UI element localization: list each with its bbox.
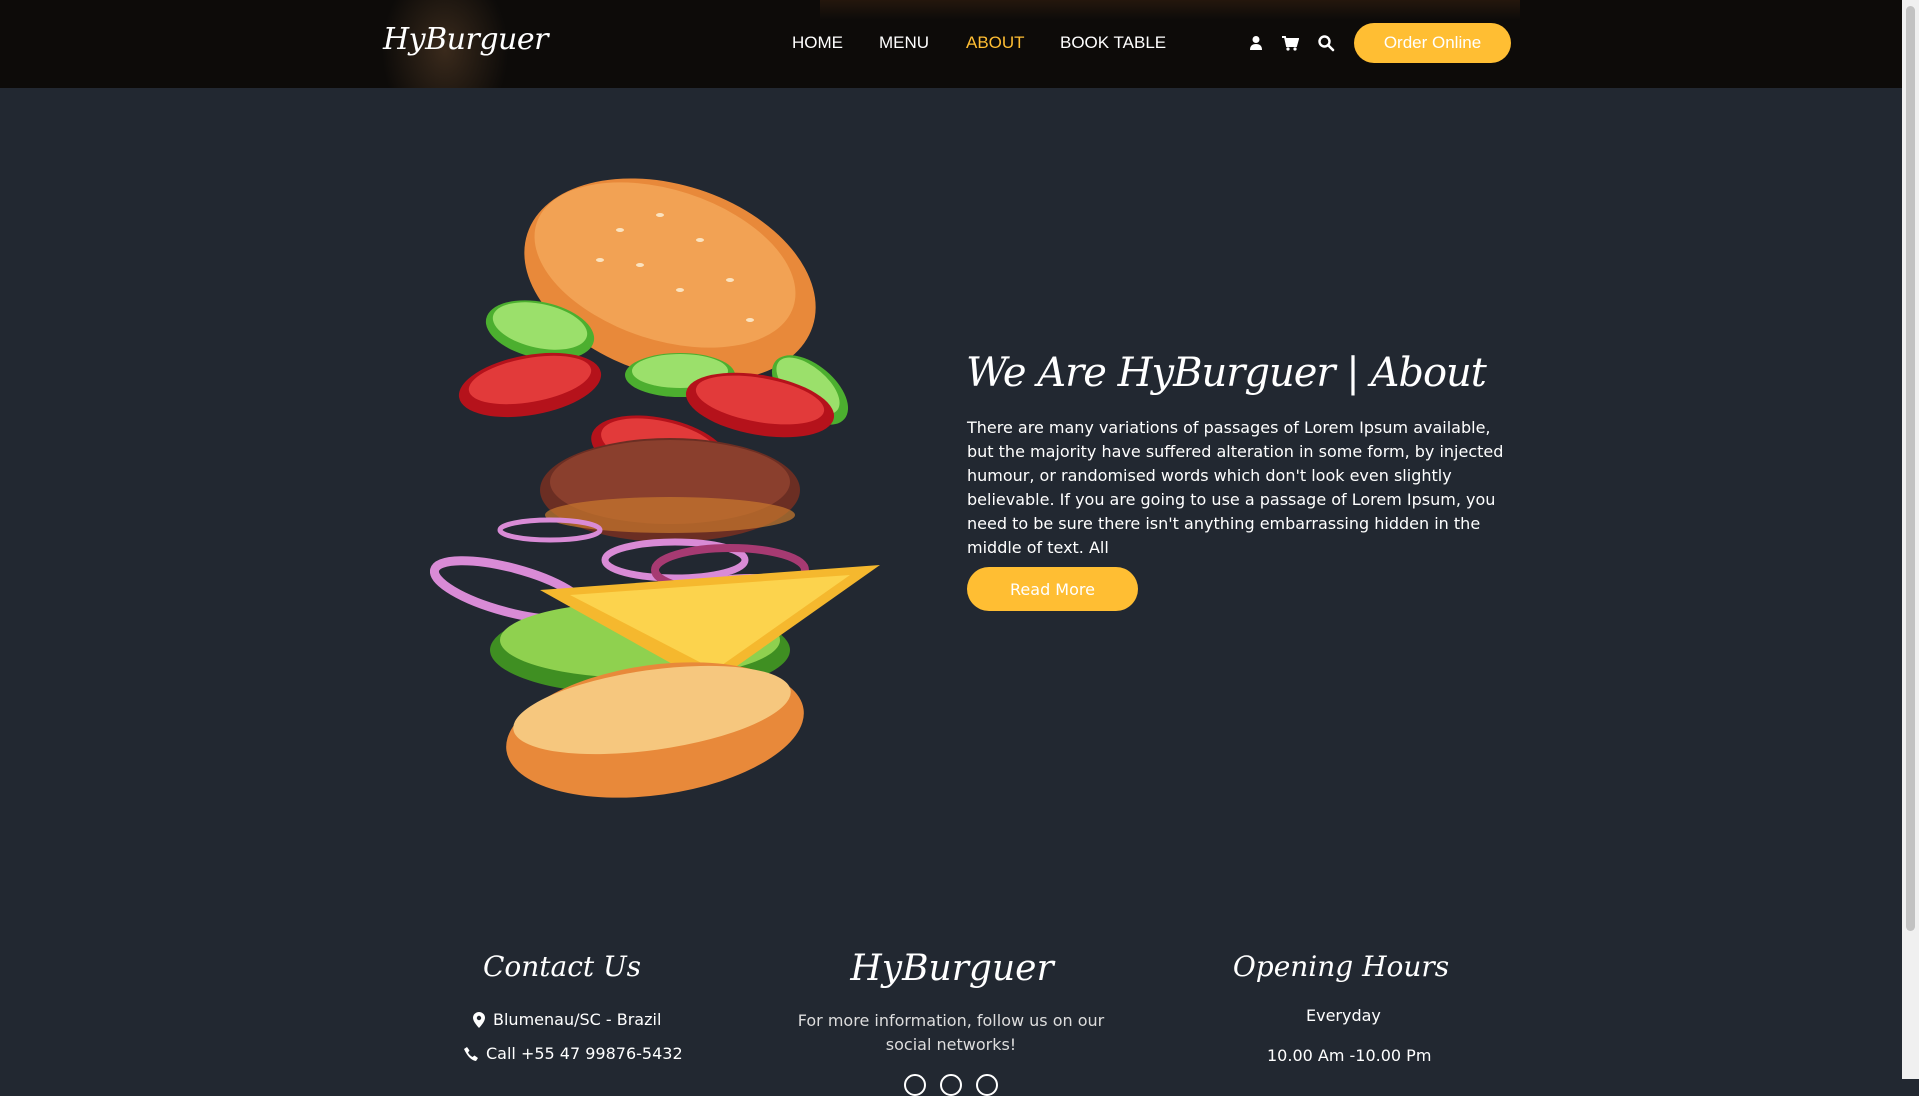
about-description: There are many variations of passages of… — [967, 418, 1504, 557]
cart-icon[interactable] — [1281, 34, 1300, 52]
location-pin-icon — [473, 1011, 485, 1028]
instagram-icon[interactable] — [976, 1074, 998, 1096]
page-scrollbar[interactable] — [1902, 0, 1919, 1079]
user-icon[interactable] — [1247, 34, 1265, 52]
nav-menu[interactable]: MENU — [879, 33, 929, 53]
burger-image — [430, 178, 880, 798]
nav-book-table[interactable]: BOOK TABLE — [1060, 33, 1166, 53]
read-more-button[interactable]: Read More — [967, 567, 1138, 611]
contact-location: Blumenau/SC - Brazil — [473, 1010, 661, 1029]
site-header: HyBurguer HOME MENU ABOUT BOOK TABLE Ord… — [0, 0, 1902, 88]
footer-brand: HyBurguer — [850, 948, 1054, 989]
contact-title: Contact Us — [482, 950, 642, 983]
opening-days: Everyday — [1306, 1006, 1381, 1025]
scrollbar-thumb[interactable] — [1906, 6, 1915, 931]
search-icon[interactable] — [1317, 34, 1335, 52]
facebook-icon[interactable] — [904, 1074, 926, 1096]
opening-hours-title: Opening Hours — [1232, 950, 1450, 983]
nav-about[interactable]: ABOUT — [966, 33, 1025, 53]
phone-icon — [464, 1046, 478, 1061]
contact-phone[interactable]: Call +55 47 99876-5432 — [464, 1044, 683, 1063]
brand-logo[interactable]: HyBurguer — [383, 22, 548, 57]
contact-phone-text: Call +55 47 99876-5432 — [486, 1044, 683, 1063]
about-title: We Are HyBurguer | About — [966, 350, 1487, 396]
order-online-button[interactable]: Order Online — [1354, 23, 1511, 63]
opening-time: 10.00 Am -10.00 Pm — [1267, 1046, 1432, 1065]
nav-home[interactable]: HOME — [792, 33, 843, 53]
footer-brand-text: For more information, follow us on our s… — [797, 1011, 1105, 1054]
twitter-icon[interactable] — [940, 1074, 962, 1096]
contact-location-text: Blumenau/SC - Brazil — [493, 1010, 662, 1029]
